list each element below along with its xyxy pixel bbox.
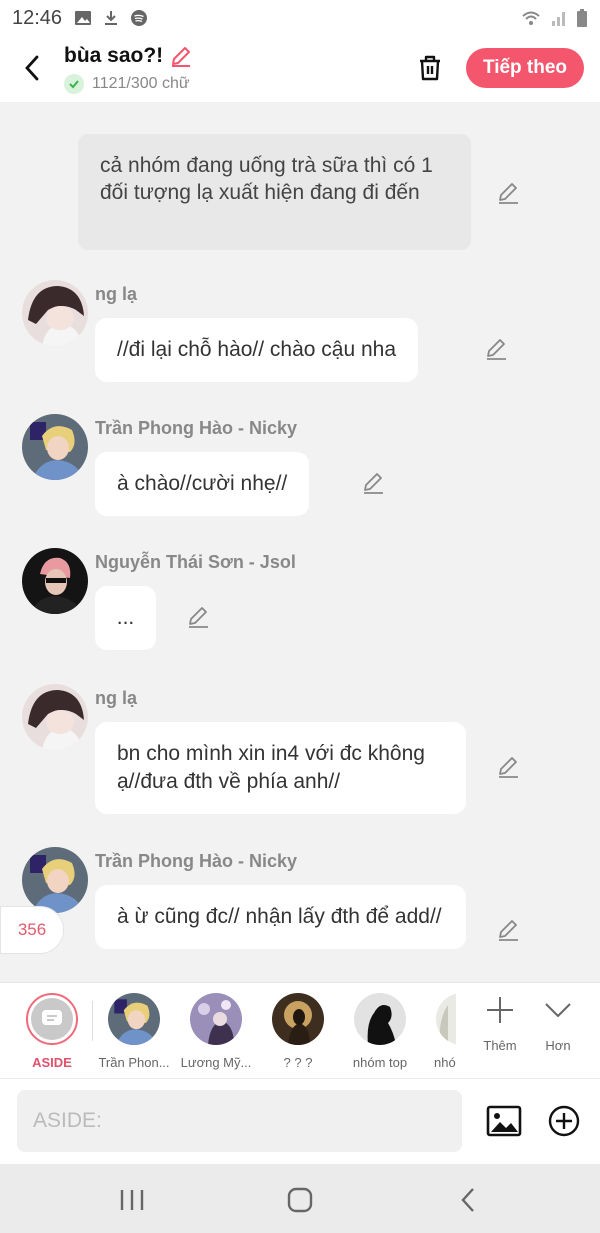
edit-icon[interactable] — [496, 754, 522, 780]
character-item[interactable]: nhóm top — [340, 993, 420, 1070]
input-bar — [0, 1078, 600, 1164]
edit-icon[interactable] — [496, 917, 522, 943]
system-back-button[interactable] — [448, 1182, 488, 1218]
speech-bubble-icon — [42, 1010, 62, 1025]
character-name: Lương Mỹ... — [180, 1055, 252, 1070]
chat-area[interactable]: cả nhóm đang uống trà sữa thì có 1 đối t… — [0, 102, 600, 982]
aside-avatar — [26, 993, 78, 1045]
character-item[interactable]: Lương Mỹ... — [176, 993, 256, 1070]
story-title: bùa sao?! — [64, 44, 164, 67]
next-button[interactable]: Tiếp theo — [466, 48, 584, 88]
sender-name: Trần Phong Hào - Nicky — [95, 851, 298, 871]
character-aside[interactable]: ASIDE — [12, 993, 92, 1070]
character-avatar — [108, 993, 160, 1045]
edit-icon[interactable] — [186, 604, 212, 630]
home-icon — [287, 1187, 313, 1213]
avatar[interactable] — [22, 548, 88, 614]
message-bubble[interactable]: //đi lại chỗ hào// chào cậu nha — [95, 318, 419, 382]
signal-icon — [552, 12, 565, 26]
edit-icon[interactable] — [484, 336, 510, 362]
character-name: ASIDE — [32, 1055, 72, 1070]
system-navigation-bar — [0, 1164, 600, 1233]
sender-name: ng lạ — [95, 284, 138, 304]
character-item[interactable]: Trần Phon... — [94, 993, 174, 1070]
recent-apps-icon — [120, 1190, 144, 1210]
character-item[interactable]: ? ? ? — [258, 993, 338, 1070]
notification-icons — [74, 9, 148, 27]
trash-icon — [420, 55, 440, 81]
check-icon — [64, 74, 84, 94]
message-count-badge[interactable]: 356 — [0, 906, 64, 954]
delete-button[interactable] — [412, 50, 448, 86]
narration-bubble[interactable]: cả nhóm đang uống trà sữa thì có 1 đối t… — [78, 134, 471, 250]
add-character-label: Thêm — [483, 1038, 517, 1053]
status-time: 12:46 — [12, 6, 63, 29]
sender-name: Trần Phong Hào - Nicky — [95, 418, 298, 438]
chevron-left-icon — [25, 55, 39, 81]
message-bubble[interactable]: bn cho mình xin in4 với đc không ạ//đưa … — [95, 722, 466, 814]
wifi-icon — [522, 11, 540, 25]
chevron-down-icon — [545, 1003, 571, 1018]
add-character-button[interactable]: Thêm — [472, 995, 528, 1053]
character-name: ? ? ? — [283, 1055, 313, 1070]
avatar[interactable] — [22, 847, 88, 913]
edit-icon[interactable] — [361, 470, 387, 496]
character-avatar — [272, 993, 324, 1045]
word-count-row: 1121/300 chữ — [64, 74, 190, 94]
gallery-icon — [75, 11, 92, 25]
expand-characters-button[interactable]: Hơn — [530, 995, 586, 1053]
image-icon — [486, 1105, 522, 1137]
character-name: nhóm top — [352, 1055, 408, 1070]
add-button[interactable] — [544, 1101, 584, 1141]
character-bar: ASIDE Trần Phon... Lương Mỹ... ? ? ? nhó… — [0, 982, 600, 1078]
character-name: Trần Phon... — [98, 1055, 170, 1070]
battery-icon — [577, 9, 587, 27]
character-name: nhó — [434, 1055, 456, 1070]
back-button[interactable] — [14, 50, 50, 86]
spotify-icon — [131, 10, 148, 26]
avatar[interactable] — [22, 414, 88, 480]
back-icon — [461, 1188, 474, 1212]
download-icon — [105, 11, 118, 25]
sender-name: ng lạ — [95, 688, 138, 708]
divider — [92, 1001, 93, 1041]
sender-name: Nguyễn Thái Sơn - Jsol — [95, 552, 296, 572]
edit-title-icon[interactable] — [169, 44, 193, 68]
character-avatar — [190, 993, 242, 1045]
character-item[interactable]: nhó — [416, 993, 456, 1070]
word-count: 1121/300 chữ — [92, 75, 190, 92]
message-bubble[interactable]: à chào//cười nhẹ// — [95, 452, 310, 516]
avatar[interactable] — [22, 684, 88, 750]
recent-apps-button[interactable] — [112, 1182, 152, 1218]
avatar[interactable] — [22, 280, 88, 346]
character-avatar — [436, 993, 456, 1045]
expand-characters-label: Hơn — [545, 1038, 571, 1053]
message-input[interactable] — [17, 1090, 462, 1152]
image-button[interactable] — [484, 1101, 524, 1141]
message-bubble[interactable]: à ừ cũng đc// nhận lấy đth để add// — [95, 885, 466, 949]
home-button[interactable] — [280, 1182, 320, 1218]
system-icons — [520, 9, 588, 27]
edit-icon[interactable] — [496, 180, 522, 206]
character-avatar — [354, 993, 406, 1045]
plus-icon — [487, 997, 513, 1023]
status-bar: 12:46 — [0, 0, 600, 36]
message-bubble[interactable]: ... — [95, 586, 156, 650]
plus-circle-icon — [548, 1105, 580, 1137]
story-title-row[interactable]: bùa sao?! — [64, 44, 193, 68]
story-header: bùa sao?! 1121/300 chữ Tiếp theo — [0, 36, 600, 102]
